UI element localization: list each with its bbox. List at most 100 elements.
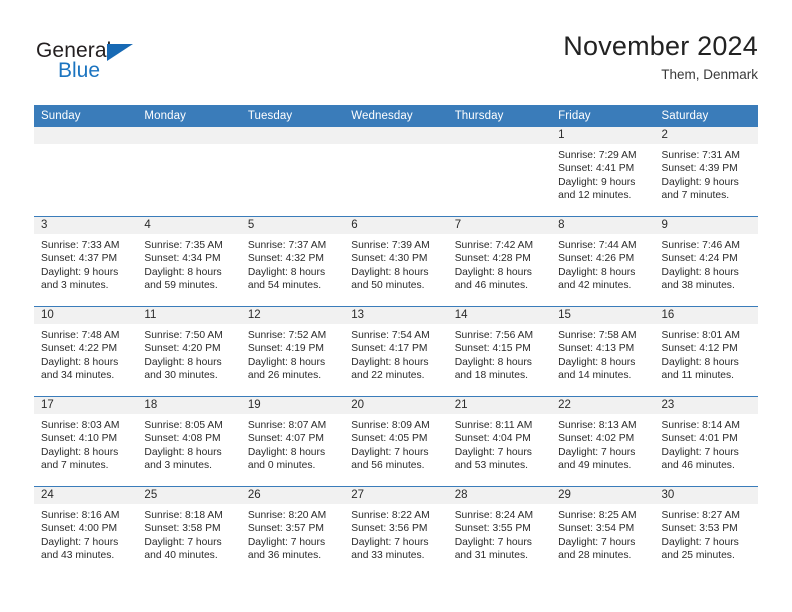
- day-details: Sunrise: 7:56 AM Sunset: 4:15 PM Daylight:…: [448, 324, 551, 382]
- day-details: Sunrise: 8:16 AM Sunset: 4:00 PM Daylight:…: [34, 504, 137, 562]
- day-details: Sunrise: 7:50 AM Sunset: 4:20 PM Daylight:…: [137, 324, 240, 382]
- calendar-day-cell[interactable]: 30 Sunrise: 8:27 AM Sunset: 3:53 PM Dayligh…: [654, 486, 758, 576]
- calendar-day-cell[interactable]: 4 Sunrise: 7:35 AM Sunset: 4:34 PM Daylight…: [137, 216, 241, 307]
- calendar-day-cell[interactable]: 12 Sunrise: 7:52 AM Sunset: 4:19 PM Dayligh…: [240, 306, 345, 397]
- calendar-week-row: 1 Sunrise: 7:29 AM Sunset: 4:41 PM Daylight…: [34, 127, 758, 217]
- day-cell[interactable]: 11 Sunrise: 7:50 AM Sunset: 4:20 PM Dayligh…: [137, 307, 241, 396]
- day-cell[interactable]: 20 Sunrise: 8:09 AM Sunset: 4:05 PM Dayligh…: [344, 397, 448, 486]
- sunset-time: Sunset: 4:26 PM: [558, 253, 635, 265]
- calendar-day-cell[interactable]: 3 Sunrise: 7:33 AM Sunset: 4:37 PM Daylight…: [34, 216, 138, 307]
- daylight-duration-line2: and 50 minutes.: [351, 279, 425, 291]
- day-cell[interactable]: 30 Sunrise: 8:27 AM Sunset: 3:53 PM Dayligh…: [654, 487, 758, 576]
- day-cell[interactable]: 14 Sunrise: 7:56 AM Sunset: 4:15 PM Dayligh…: [447, 307, 552, 396]
- daylight-duration-line2: and 28 minutes.: [558, 549, 632, 561]
- daylight-duration-line2: and 0 minutes.: [247, 459, 316, 471]
- day-cell[interactable]: 25 Sunrise: 8:18 AM Sunset: 3:58 PM Dayligh…: [137, 487, 241, 576]
- calendar-day-cell[interactable]: 20 Sunrise: 8:09 AM Sunset: 4:05 PM Dayligh…: [344, 396, 448, 487]
- calendar-day-cell[interactable]: 24 Sunrise: 8:16 AM Sunset: 4:00 PM Dayligh…: [34, 486, 138, 576]
- weekday-header-friday: Friday: [551, 105, 655, 127]
- day-cell[interactable]: 2 Sunrise: 7:31 AM Sunset: 4:39 PM Daylight…: [654, 127, 758, 216]
- calendar-day-cell[interactable]: 8 Sunrise: 7:44 AM Sunset: 4:26 PM Daylight…: [551, 216, 655, 307]
- calendar-day-cell[interactable]: [240, 127, 345, 217]
- calendar-day-cell[interactable]: 26 Sunrise: 8:20 AM Sunset: 3:57 PM Dayligh…: [240, 486, 345, 576]
- calendar-day-cell[interactable]: 19 Sunrise: 8:07 AM Sunset: 4:07 PM Dayligh…: [240, 396, 345, 487]
- calendar-day-cell[interactable]: 6 Sunrise: 7:39 AM Sunset: 4:30 PM Daylight…: [344, 216, 448, 307]
- calendar-day-cell[interactable]: 21 Sunrise: 8:11 AM Sunset: 4:04 PM Dayligh…: [447, 396, 552, 487]
- calendar-day-cell[interactable]: [137, 127, 241, 217]
- empty-day-cell: [344, 127, 448, 216]
- weekday-header-monday: Monday: [137, 105, 241, 127]
- day-number: 27: [344, 487, 448, 504]
- daylight-duration-line1: Daylight: 8 hours: [454, 266, 532, 278]
- calendar-day-cell[interactable]: 13 Sunrise: 7:54 AM Sunset: 4:17 PM Dayligh…: [344, 306, 448, 397]
- day-number: [240, 127, 345, 144]
- day-cell[interactable]: 21 Sunrise: 8:11 AM Sunset: 4:04 PM Dayligh…: [447, 397, 552, 486]
- sunrise-time: Sunrise: 7:39 AM: [351, 240, 430, 251]
- day-cell[interactable]: 13 Sunrise: 7:54 AM Sunset: 4:17 PM Dayligh…: [344, 307, 448, 396]
- day-details: Sunrise: 8:09 AM Sunset: 4:05 PM Daylight:…: [344, 414, 447, 472]
- sunset-time: Sunset: 3:58 PM: [144, 523, 221, 535]
- calendar-day-cell[interactable]: 18 Sunrise: 8:05 AM Sunset: 4:08 PM Dayligh…: [137, 396, 241, 487]
- calendar-week-row: 24 Sunrise: 8:16 AM Sunset: 4:00 PM Dayligh…: [34, 486, 758, 576]
- calendar-day-cell[interactable]: 16 Sunrise: 8:01 AM Sunset: 4:12 PM Dayligh…: [654, 306, 758, 397]
- day-cell[interactable]: 7 Sunrise: 7:42 AM Sunset: 4:28 PM Daylight…: [447, 217, 552, 306]
- day-cell[interactable]: 24 Sunrise: 8:16 AM Sunset: 4:00 PM Dayligh…: [34, 487, 138, 576]
- calendar-day-cell[interactable]: 17 Sunrise: 8:03 AM Sunset: 4:10 PM Dayligh…: [34, 396, 138, 487]
- sunset-time: Sunset: 4:30 PM: [351, 253, 428, 265]
- calendar-day-cell[interactable]: [34, 127, 138, 217]
- calendar-day-cell[interactable]: 23 Sunrise: 8:14 AM Sunset: 4:01 PM Dayligh…: [654, 396, 758, 487]
- calendar-day-cell[interactable]: 29 Sunrise: 8:25 AM Sunset: 3:54 PM Dayligh…: [551, 486, 655, 576]
- calendar-day-cell[interactable]: 15 Sunrise: 7:58 AM Sunset: 4:13 PM Dayligh…: [551, 306, 655, 397]
- day-cell[interactable]: 17 Sunrise: 8:03 AM Sunset: 4:10 PM Dayligh…: [34, 397, 138, 486]
- day-cell[interactable]: 8 Sunrise: 7:44 AM Sunset: 4:26 PM Daylight…: [551, 217, 655, 306]
- day-details: Sunrise: 7:29 AM Sunset: 4:41 PM Daylight:…: [551, 144, 654, 202]
- sunrise-time: Sunrise: 7:54 AM: [351, 330, 430, 341]
- calendar-day-cell[interactable]: 14 Sunrise: 7:56 AM Sunset: 4:15 PM Dayligh…: [447, 306, 552, 397]
- calendar-day-cell[interactable]: [344, 127, 448, 217]
- day-cell[interactable]: 1 Sunrise: 7:29 AM Sunset: 4:41 PM Daylight…: [551, 127, 655, 216]
- daylight-duration-line2: and 56 minutes.: [351, 459, 425, 471]
- daylight-duration-line2: and 46 minutes.: [454, 279, 528, 291]
- day-cell[interactable]: 29 Sunrise: 8:25 AM Sunset: 3:54 PM Dayligh…: [551, 487, 655, 576]
- day-cell[interactable]: 28 Sunrise: 8:24 AM Sunset: 3:55 PM Dayligh…: [447, 487, 552, 576]
- day-cell[interactable]: 10 Sunrise: 7:48 AM Sunset: 4:22 PM Dayligh…: [34, 307, 138, 396]
- calendar-day-cell[interactable]: 11 Sunrise: 7:50 AM Sunset: 4:20 PM Dayligh…: [137, 306, 241, 397]
- day-cell[interactable]: 12 Sunrise: 7:52 AM Sunset: 4:19 PM Dayligh…: [240, 307, 345, 396]
- day-cell[interactable]: 18 Sunrise: 8:05 AM Sunset: 4:08 PM Dayligh…: [137, 397, 241, 486]
- calendar-day-cell[interactable]: 1 Sunrise: 7:29 AM Sunset: 4:41 PM Daylight…: [551, 127, 655, 217]
- day-details: Sunrise: 7:58 AM Sunset: 4:13 PM Daylight:…: [551, 324, 654, 382]
- calendar-day-cell[interactable]: 28 Sunrise: 8:24 AM Sunset: 3:55 PM Dayligh…: [447, 486, 552, 576]
- day-number: 25: [137, 487, 241, 504]
- calendar-day-cell[interactable]: [447, 127, 552, 217]
- calendar-day-cell[interactable]: 27 Sunrise: 8:22 AM Sunset: 3:56 PM Dayligh…: [344, 486, 448, 576]
- sunset-time: Sunset: 3:53 PM: [661, 523, 738, 535]
- day-cell[interactable]: 4 Sunrise: 7:35 AM Sunset: 4:34 PM Daylight…: [137, 217, 241, 306]
- calendar-day-cell[interactable]: 25 Sunrise: 8:18 AM Sunset: 3:58 PM Dayligh…: [137, 486, 241, 576]
- calendar-day-cell[interactable]: 9 Sunrise: 7:46 AM Sunset: 4:24 PM Daylight…: [654, 216, 758, 307]
- weekday-header-saturday: Saturday: [654, 105, 758, 127]
- calendar-day-cell[interactable]: 10 Sunrise: 7:48 AM Sunset: 4:22 PM Dayligh…: [34, 306, 138, 397]
- sunset-time: Sunset: 4:15 PM: [454, 343, 531, 355]
- calendar-day-cell[interactable]: 7 Sunrise: 7:42 AM Sunset: 4:28 PM Daylight…: [447, 216, 552, 307]
- day-cell[interactable]: 23 Sunrise: 8:14 AM Sunset: 4:01 PM Dayligh…: [654, 397, 758, 486]
- calendar-day-cell[interactable]: 22 Sunrise: 8:13 AM Sunset: 4:02 PM Dayligh…: [551, 396, 655, 487]
- calendar-day-cell[interactable]: 2 Sunrise: 7:31 AM Sunset: 4:39 PM Daylight…: [654, 127, 758, 217]
- day-cell[interactable]: 26 Sunrise: 8:20 AM Sunset: 3:57 PM Dayligh…: [240, 487, 345, 576]
- daylight-duration-line2: and 7 minutes.: [661, 189, 730, 201]
- day-cell[interactable]: 6 Sunrise: 7:39 AM Sunset: 4:30 PM Daylight…: [344, 217, 448, 306]
- day-cell[interactable]: 27 Sunrise: 8:22 AM Sunset: 3:56 PM Dayligh…: [344, 487, 448, 576]
- calendar-week-row: 10 Sunrise: 7:48 AM Sunset: 4:22 PM Dayligh…: [34, 306, 758, 397]
- day-cell[interactable]: 9 Sunrise: 7:46 AM Sunset: 4:24 PM Daylight…: [654, 217, 758, 306]
- day-cell[interactable]: 3 Sunrise: 7:33 AM Sunset: 4:37 PM Daylight…: [34, 217, 138, 306]
- day-number: 19: [240, 397, 345, 414]
- daylight-duration-line2: and 26 minutes.: [247, 369, 322, 381]
- day-cell[interactable]: 16 Sunrise: 8:01 AM Sunset: 4:12 PM Dayligh…: [654, 307, 758, 396]
- day-number: 9: [654, 217, 758, 234]
- general-blue-logo[interactable]: General Blue: [36, 40, 196, 88]
- day-cell[interactable]: 15 Sunrise: 7:58 AM Sunset: 4:13 PM Dayligh…: [551, 307, 655, 396]
- calendar-day-cell[interactable]: 5 Sunrise: 7:37 AM Sunset: 4:32 PM Daylight…: [240, 216, 345, 307]
- day-cell[interactable]: 19 Sunrise: 8:07 AM Sunset: 4:07 PM Dayligh…: [240, 397, 345, 486]
- day-cell[interactable]: 22 Sunrise: 8:13 AM Sunset: 4:02 PM Dayligh…: [551, 397, 655, 486]
- day-cell[interactable]: 5 Sunrise: 7:37 AM Sunset: 4:32 PM Daylight…: [240, 217, 345, 306]
- sunrise-time: Sunrise: 8:03 AM: [41, 420, 120, 431]
